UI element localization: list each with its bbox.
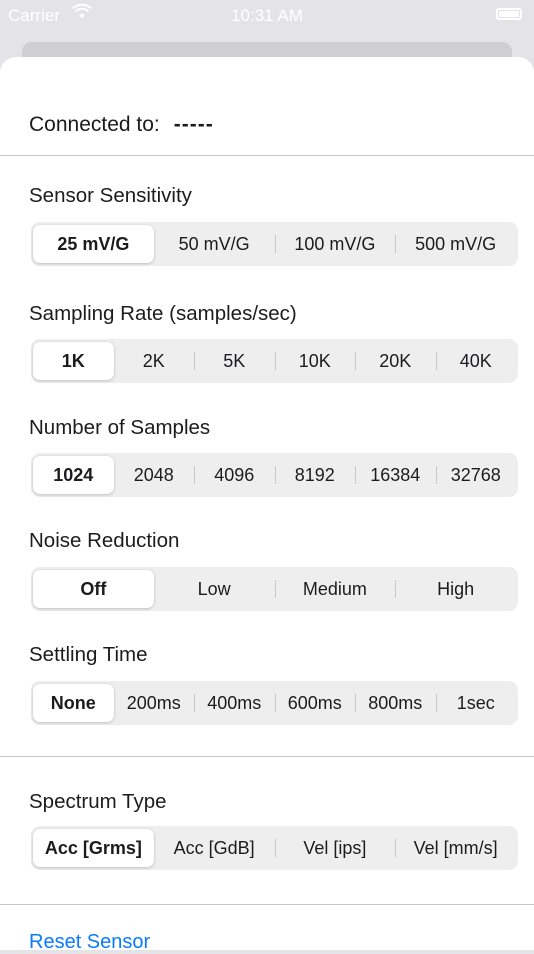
divider [0,904,534,905]
segment-option[interactable]: 5K [194,342,275,380]
segment-option[interactable]: Vel [ips] [274,829,396,867]
segment-option[interactable]: 500 mV/G [395,225,516,263]
segment-option[interactable]: Off [33,570,154,608]
sensor-sensitivity-segmented-control: 25 mV/G 50 mV/G 100 mV/G 500 mV/G [31,222,518,266]
segment-option[interactable]: Vel [mm/s] [395,829,516,867]
segment-option[interactable]: 25 mV/G [33,225,154,263]
segment-option[interactable]: 1K [33,342,114,380]
settling-time-segmented-control: None 200ms 400ms 600ms 800ms 1sec [31,681,518,725]
status-time: 10:31 AM [231,6,303,25]
segment-option[interactable]: 600ms [274,684,356,722]
connection-label: Connected to: [29,113,160,136]
spectrum-type-label: Spectrum Type [29,790,167,813]
noise-reduction-label: Noise Reduction [29,529,180,552]
segment-option[interactable]: 100 mV/G [274,225,396,263]
sensor-sensitivity-label: Sensor Sensitivity [29,184,192,207]
battery-icon [496,8,522,20]
segment-option[interactable]: 200ms [114,684,195,722]
segment-option[interactable]: Medium [274,570,396,608]
noise-reduction-segmented-control: Off Low Medium High [31,567,518,611]
segment-option[interactable]: 1024 [33,456,114,494]
sampling-rate-segmented-control: 1K 2K 5K 10K 20K 40K [31,339,518,383]
segment-option[interactable]: 400ms [194,684,275,722]
segment-option[interactable]: 2K [114,342,195,380]
segment-option[interactable]: 2048 [114,456,195,494]
segment-option[interactable]: Acc [GdB] [154,829,275,867]
settling-time-label: Settling Time [29,643,148,666]
divider [0,756,534,757]
sampling-rate-label: Sampling Rate (samples/sec) [29,302,297,325]
segment-option[interactable]: None [33,684,114,722]
segment-option[interactable]: High [395,570,516,608]
segment-option[interactable]: 1sec [435,684,517,722]
segment-option[interactable]: 16384 [355,456,436,494]
segment-option[interactable]: 10K [274,342,356,380]
connection-status: Connected to: ----- [29,113,214,137]
segment-option[interactable]: 40K [435,342,517,380]
segment-option[interactable]: Low [154,570,275,608]
segment-option[interactable]: Acc [Grms] [33,829,154,867]
segment-option[interactable]: 32768 [435,456,517,494]
segment-option[interactable]: 8192 [274,456,356,494]
segment-option[interactable]: 50 mV/G [154,225,275,263]
connection-value: ----- [173,113,214,136]
segment-option[interactable]: 4096 [194,456,275,494]
divider [0,155,534,156]
segment-option[interactable]: 20K [355,342,436,380]
spectrum-type-segmented-control: Acc [Grms] Acc [GdB] Vel [ips] Vel [mm/s… [31,826,518,870]
segment-option[interactable]: 800ms [355,684,436,722]
reset-sensor-button[interactable]: Reset Sensor [29,931,150,954]
status-bar: Carrier 10:31 AM [0,0,534,32]
number-of-samples-label: Number of Samples [29,416,211,439]
number-of-samples-segmented-control: 1024 2048 4096 8192 16384 32768 [31,453,518,497]
